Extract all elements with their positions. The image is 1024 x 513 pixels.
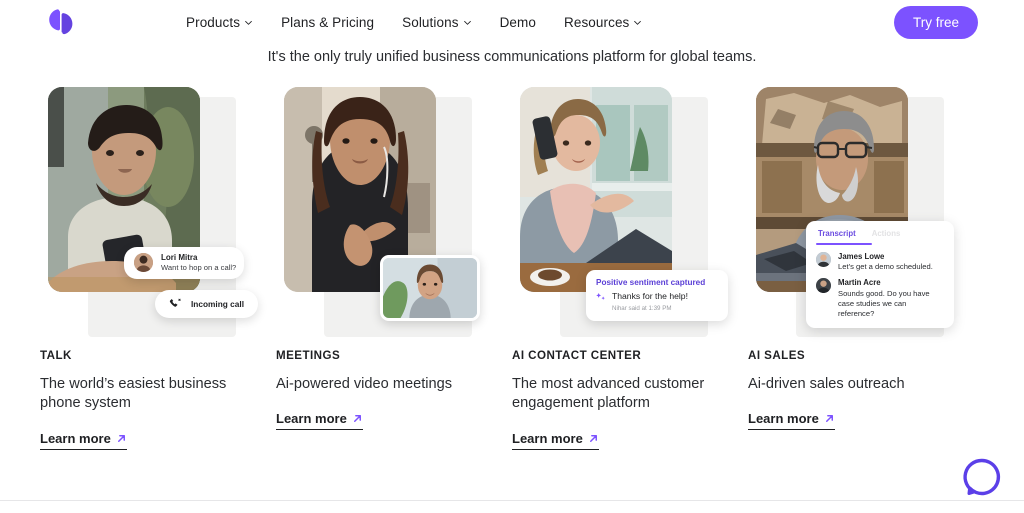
chip-sender-name: Lori Mitra xyxy=(161,253,198,262)
card-description-ai-sales: Ai-driven sales outreach xyxy=(748,376,905,392)
product-card-talk: Lori Mitra Want to hop on a call? Incomi… xyxy=(40,87,276,450)
nav-item-solutions[interactable]: Solutions xyxy=(402,15,471,30)
card-eyebrow-ai-sales: AI SALES xyxy=(748,349,806,362)
tab-transcript[interactable]: Transcript xyxy=(818,229,856,243)
card-eyebrow-ai-contact-center: AI CONTACT CENTER xyxy=(512,349,642,362)
learn-more-label: Learn more xyxy=(748,411,819,427)
nav-item-resources[interactable]: Resources xyxy=(564,15,642,30)
arrow-up-right-icon xyxy=(353,415,361,423)
primary-nav: Products Plans & Pricing Solutions Demo … xyxy=(186,15,642,30)
learn-more-label: Learn more xyxy=(512,430,583,446)
product-card-ai-sales: Transcript Actions James Lowe Let’s get … xyxy=(748,87,984,450)
sentiment-title: Positive sentiment captured xyxy=(596,278,706,287)
transcript-message-text: Sounds good. Do you have case studies we… xyxy=(838,288,930,319)
transcript-panel: Transcript Actions James Lowe Let’s get … xyxy=(806,221,954,329)
transcript-tabs: Transcript Actions xyxy=(816,229,944,243)
picture-in-picture-video xyxy=(380,255,480,321)
nav-item-products[interactable]: Products xyxy=(186,15,253,30)
card-description-ai-contact-center: The most advanced customer engagement pl… xyxy=(512,376,705,412)
chevron-down-icon xyxy=(634,20,642,25)
transcript-speaker-name: Martin Acre xyxy=(838,278,881,288)
card-description-talk: The world’s easiest business phone syste… xyxy=(40,376,227,412)
avatar-martin-acre xyxy=(816,278,831,294)
transcript-message-text: Let’s get a demo scheduled. xyxy=(838,262,933,272)
incoming-call-chip: Incoming call xyxy=(155,290,259,318)
try-free-button[interactable]: Try free xyxy=(893,6,978,39)
hero-tagline: It's the only truly unified business com… xyxy=(267,49,757,65)
sparkle-icon xyxy=(596,293,605,300)
nav-label-products: Products xyxy=(186,14,241,30)
product-card-ai-contact-center: Positive sentiment captured Thanks for t… xyxy=(512,87,748,450)
tab-actions[interactable]: Actions xyxy=(872,229,901,243)
avatar-james-lowe xyxy=(816,252,831,267)
dialpad-logo[interactable] xyxy=(46,9,76,35)
nav-item-demo[interactable]: Demo xyxy=(500,15,536,30)
sentiment-card: Positive sentiment captured Thanks for t… xyxy=(586,270,728,321)
chevron-down-icon xyxy=(463,20,471,25)
sentiment-message-row: Thanks for the help! xyxy=(596,291,718,302)
nav-label-resources: Resources xyxy=(563,14,630,30)
transcript-speaker-name: James Lowe xyxy=(838,252,885,261)
arrow-up-right-icon xyxy=(117,434,125,442)
arrow-up-right-icon xyxy=(825,415,833,423)
phone-incoming-icon xyxy=(169,298,181,307)
incoming-call-label: Incoming call xyxy=(191,299,245,309)
learn-more-link-ai-sales[interactable]: Learn more xyxy=(748,411,835,431)
learn-more-link-ai-contact-center[interactable]: Learn more xyxy=(512,431,599,450)
sentiment-message: Thanks for the help! xyxy=(612,291,688,301)
avatar-lori-mitra xyxy=(134,253,153,273)
sentiment-meta: Nihar said at 1:39 PM xyxy=(612,305,672,312)
nav-label-demo: Demo xyxy=(499,14,536,30)
chip-message-text: Want to hop on a call? xyxy=(161,263,237,272)
card-visual-ai-sales: Transcript Actions James Lowe Let’s get … xyxy=(748,87,984,345)
card-visual-ai-contact-center: Positive sentiment captured Thanks for t… xyxy=(512,87,748,345)
nav-item-plans-pricing[interactable]: Plans & Pricing xyxy=(281,15,374,30)
chip-text-group: Lori Mitra Want to hop on a call? xyxy=(161,253,236,273)
chat-launcher-button[interactable] xyxy=(962,457,1002,497)
footer-divider xyxy=(0,500,1024,501)
card-description-meetings: Ai-powered video meetings xyxy=(276,376,453,392)
card-visual-talk: Lori Mitra Want to hop on a call? Incomi… xyxy=(40,87,276,345)
product-card-grid: Lori Mitra Want to hop on a call? Incomi… xyxy=(0,87,1024,450)
learn-more-label: Learn more xyxy=(40,430,111,446)
card-eyebrow-talk: TALK xyxy=(40,349,72,362)
card-eyebrow-meetings: MEETINGS xyxy=(276,349,341,362)
transcript-message-body: James Lowe Let’s get a demo scheduled. xyxy=(838,252,933,272)
arrow-up-right-icon xyxy=(589,434,597,442)
learn-more-label: Learn more xyxy=(276,411,347,427)
nav-label-solutions: Solutions xyxy=(402,14,459,30)
transcript-message: James Lowe Let’s get a demo scheduled. xyxy=(816,252,944,272)
product-card-meetings: MEETINGS Ai-powered video meetings Learn… xyxy=(276,87,512,450)
incoming-message-chip: Lori Mitra Want to hop on a call? xyxy=(124,247,244,279)
tab-active-underline xyxy=(816,243,872,245)
photo-woman-on-call-laptop xyxy=(520,87,672,292)
card-visual-meetings xyxy=(276,87,512,345)
transcript-message: Martin Acre Sounds good. Do you have cas… xyxy=(816,278,944,319)
site-header: Products Plans & Pricing Solutions Demo … xyxy=(0,0,1024,44)
chevron-down-icon xyxy=(245,20,253,25)
learn-more-link-talk[interactable]: Learn more xyxy=(40,431,127,450)
transcript-message-body: Martin Acre Sounds good. Do you have cas… xyxy=(838,278,944,319)
learn-more-link-meetings[interactable]: Learn more xyxy=(276,411,363,431)
nav-label-plans-pricing: Plans & Pricing xyxy=(281,14,375,30)
